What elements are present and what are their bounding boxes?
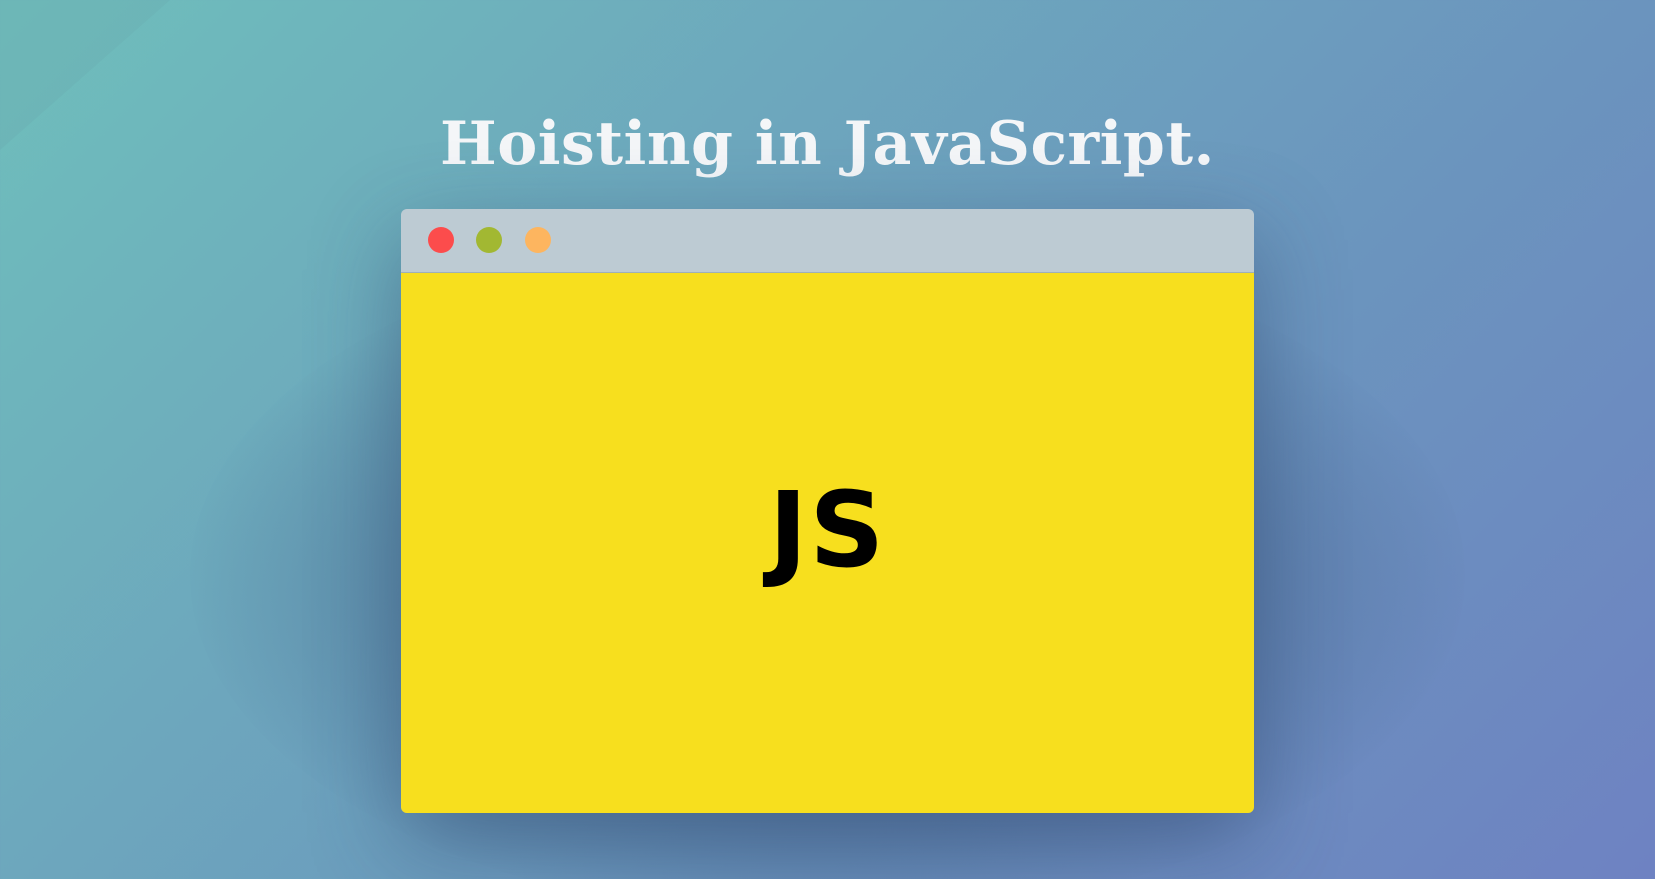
page-title: Hoisting in JavaScript. bbox=[440, 109, 1215, 180]
window-content-area: JS bbox=[401, 273, 1254, 813]
js-logo: JS bbox=[768, 469, 887, 591]
maximize-dot-icon bbox=[525, 227, 551, 253]
close-dot-icon bbox=[428, 227, 454, 253]
minimize-dot-icon bbox=[476, 227, 502, 253]
browser-window-illustration: JS bbox=[401, 209, 1254, 813]
window-title-bar bbox=[401, 209, 1254, 273]
